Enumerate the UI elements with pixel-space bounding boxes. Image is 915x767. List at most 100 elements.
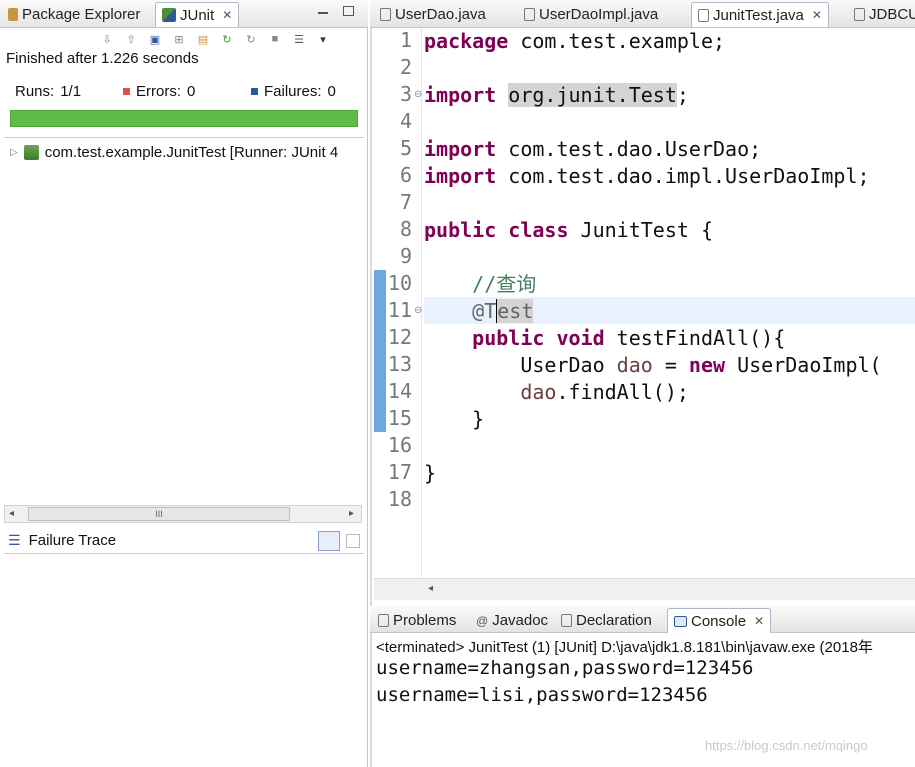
compare-result-icon[interactable]: [346, 534, 360, 548]
tab-javadoc[interactable]: @ Javadoc: [470, 608, 554, 633]
line-number: 12: [387, 325, 412, 349]
tab-jdbcutil[interactable]: JDBCU: [848, 2, 915, 27]
minimize-icon[interactable]: [318, 12, 328, 14]
tab-label: Javadoc: [492, 612, 549, 629]
code-line: import com.test.dao.impl.UserDaoImpl;: [424, 164, 870, 188]
code-line: dao.findAll();: [520, 380, 689, 404]
line-number: 18: [387, 487, 412, 511]
tab-label: Package Explorer: [22, 6, 141, 23]
tab-label: Declaration: [576, 612, 652, 629]
close-icon[interactable]: ✕: [754, 614, 764, 628]
runs-counter: Runs: 1/1: [15, 83, 123, 100]
stop-icon[interactable]: ■: [268, 32, 282, 46]
junit-status-text: Finished after 1.226 seconds: [6, 50, 199, 67]
errors-counter: Errors: 0: [123, 83, 251, 100]
console-status-line: <terminated> JunitTest (1) [JUnit] D:\ja…: [376, 639, 873, 656]
view-menu-icon[interactable]: ▾: [316, 32, 330, 46]
code-line: }: [424, 407, 485, 431]
error-icon: [123, 88, 130, 95]
code-line: }: [424, 461, 437, 485]
fold-icon[interactable]: ⊖: [414, 305, 422, 316]
fold-icon[interactable]: ⊖: [414, 89, 422, 100]
test-run-history-icon[interactable]: ☰: [292, 32, 306, 46]
errors-label: Errors:: [136, 83, 181, 100]
tab-label: Console: [691, 612, 747, 630]
runs-label: Runs:: [15, 83, 55, 100]
line-number: 15: [387, 406, 412, 430]
maximize-icon[interactable]: [343, 6, 354, 16]
javadoc-icon: @: [476, 613, 489, 628]
failure-icon: [251, 88, 258, 95]
line-number: 5: [399, 136, 412, 160]
scroll-left-icon[interactable]: ◂: [9, 508, 14, 519]
rerun-test-icon[interactable]: ↻: [220, 32, 234, 46]
close-icon[interactable]: ✕: [812, 8, 822, 22]
tab-junittest[interactable]: JunitTest.java ✕: [691, 2, 829, 27]
next-failure-icon[interactable]: ⇩: [100, 32, 114, 46]
tab-userdaoimpl[interactable]: UserDaoImpl.java: [518, 2, 664, 27]
line-number: 4: [399, 109, 412, 133]
previous-failure-icon[interactable]: ⇧: [124, 32, 138, 46]
tab-junit[interactable]: JUnit ✕: [155, 2, 240, 27]
tab-label: JUnit: [180, 6, 215, 24]
filter-trace-icon[interactable]: [318, 531, 340, 551]
java-file-icon: [854, 8, 865, 21]
runs-value: 1/1: [60, 83, 82, 100]
line-number: 9: [399, 244, 412, 268]
expand-arrow-icon[interactable]: ▷: [10, 147, 18, 158]
tab-userdao[interactable]: UserDao.java: [374, 2, 492, 27]
left-tab-bar: Package Explorer JUnit ✕: [0, 0, 368, 28]
line-number: 3: [399, 82, 412, 106]
line-number: 7: [399, 190, 412, 214]
errors-value: 0: [187, 83, 196, 100]
tab-label: Problems: [393, 612, 457, 629]
test-tree-label: com.test.example.JunitTest [Runner: JUni…: [44, 144, 339, 161]
line-number: 2: [399, 55, 412, 79]
panel-divider[interactable]: [370, 0, 372, 767]
code-editor[interactable]: package com.test.example; import org.jun…: [424, 28, 915, 578]
code-line: @Test: [472, 299, 534, 323]
test-tree-item[interactable]: ▷ com.test.example.JunitTest [Runner: JU…: [10, 144, 338, 161]
history-icon[interactable]: ▤: [196, 32, 210, 46]
scroll-lock-icon[interactable]: ⊞: [172, 32, 186, 46]
code-line: package com.test.example;: [424, 29, 726, 53]
scroll-grip: III: [155, 509, 163, 519]
scroll-right-icon[interactable]: ▸: [349, 508, 354, 519]
line-number: 6: [399, 163, 412, 187]
tab-declaration[interactable]: Declaration: [555, 608, 658, 633]
code-line: //查询: [472, 272, 537, 296]
code-line: UserDao dao = new UserDaoImpl(: [424, 353, 882, 377]
tab-label: JunitTest.java: [713, 6, 804, 24]
watermark: https://blog.csdn.net/mqingo: [705, 738, 868, 753]
tab-package-explorer[interactable]: Package Explorer: [2, 2, 146, 27]
declaration-icon: [561, 614, 572, 627]
java-file-icon: [380, 8, 391, 21]
java-file-icon: [524, 8, 535, 21]
divider: [4, 137, 364, 138]
line-number: 11: [387, 298, 412, 322]
code-line: import com.test.dao.UserDao;: [424, 137, 762, 161]
rerun-failed-first-icon[interactable]: ↻: [244, 32, 258, 46]
scroll-left-icon[interactable]: ◂: [428, 583, 433, 594]
line-number: 13: [387, 352, 412, 376]
failure-trace-header: ☰ Failure Trace: [4, 528, 364, 554]
console-output-line: username=zhangsan,password=123456: [376, 657, 754, 679]
failures-label: Failures:: [264, 83, 322, 100]
close-icon[interactable]: ✕: [222, 8, 232, 22]
java-file-icon: [698, 8, 709, 22]
junit-toolbar: ⇩ ⇧ ▣ ⊞ ▤ ↻ ↻ ■ ☰ ▾: [100, 28, 330, 50]
show-failures-only-icon[interactable]: ▣: [148, 32, 162, 46]
code-line: public void testFindAll(){: [472, 326, 786, 350]
junit-counters: Runs: 1/1 Errors: 0 Failures: 0: [15, 83, 336, 100]
editor-horizontal-scrollbar[interactable]: ◂: [374, 578, 915, 600]
line-number: 16: [387, 433, 412, 457]
tab-problems[interactable]: Problems: [372, 608, 462, 633]
scroll-thumb[interactable]: III: [28, 507, 290, 521]
line-number: 1: [399, 28, 412, 52]
console-tab-bar: Problems @ Javadoc Declaration Console ✕: [370, 606, 915, 633]
problems-icon: [378, 614, 389, 627]
junit-view-panel: Package Explorer JUnit ✕ ⇩ ⇧ ▣ ⊞ ▤ ↻ ↻ ■…: [0, 0, 368, 767]
console-icon: [674, 615, 687, 627]
tab-console[interactable]: Console ✕: [667, 608, 772, 633]
line-number: 10: [387, 271, 412, 295]
